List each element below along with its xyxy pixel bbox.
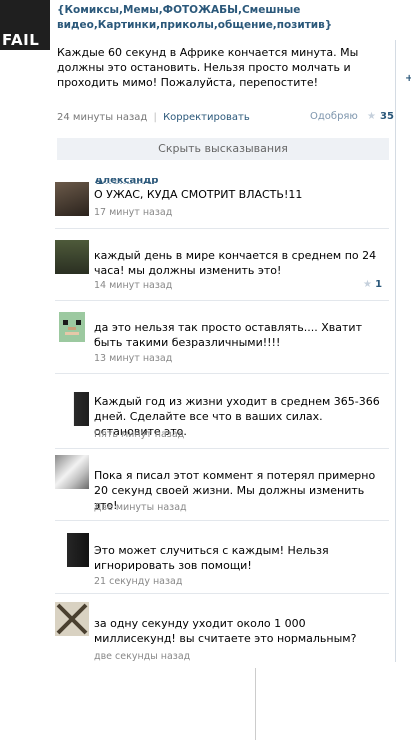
comment-divider	[55, 520, 389, 521]
comment-item: каждый день в мире кончается в среднем п…	[55, 236, 389, 298]
comment-text: О УЖАС, КУДА СМОТРИТ ВЛАСТЬ!11	[94, 188, 303, 201]
comment-text: Это может случиться с каждым! Нельзя игн…	[94, 544, 329, 572]
right-column-edge: +	[395, 40, 411, 740]
heart-icon: ★	[363, 279, 372, 290]
post-text: Каждые 60 секунд в Африке кончается мину…	[57, 46, 359, 89]
page-bottom	[0, 662, 411, 740]
comment-text: да это нельзя так просто оставлять.... Х…	[94, 321, 362, 349]
creeper-face-icon	[59, 312, 85, 342]
meta-separator: |	[153, 112, 157, 123]
comment-time[interactable]: две секунды назад	[94, 651, 190, 662]
comment-text: каждый день в мире кончается в среднем п…	[94, 249, 377, 277]
comment-avatar[interactable]	[55, 182, 89, 216]
edit-link[interactable]: Корректировать	[163, 112, 250, 123]
comment-divider	[55, 593, 389, 594]
hide-comments-label: Скрыть высказывания	[158, 142, 288, 155]
bottom-divider	[255, 668, 256, 740]
comment-time[interactable]: 13 минут назад	[94, 353, 172, 364]
comment-divider	[55, 448, 389, 449]
comment-text: за одну секунду уходит около 1 000 милли…	[94, 617, 357, 645]
comment-time[interactable]: 21 секунду назад	[94, 576, 182, 587]
comment-like-count: 1	[375, 279, 383, 290]
hide-comments-button[interactable]: Скрыть высказывания	[57, 138, 389, 160]
comment-avatar[interactable]	[55, 533, 89, 567]
comment-item: Каждый год из жизни уходит в среднем 365…	[55, 380, 389, 442]
crossed-photo-icon	[55, 602, 89, 636]
comment-divider	[55, 228, 389, 229]
comment-avatar[interactable]	[55, 455, 89, 489]
comment-time[interactable]: 17 минут назад	[94, 207, 172, 218]
comment-divider	[55, 300, 389, 301]
comment-avatar[interactable]	[55, 602, 89, 636]
like-count: 35	[380, 111, 394, 122]
group-avatar[interactable]: FAIL	[0, 0, 50, 50]
like-label: Одобряю	[310, 111, 358, 122]
comment-time[interactable]: Две минуты назад	[94, 502, 187, 513]
comment-item: Александр Филиппов О УЖАС, КУДА СМОТРИТ …	[55, 178, 389, 223]
avatar-caption: FAIL	[2, 31, 40, 49]
comment-item: да это нельзя так просто оставлять.... Х…	[55, 306, 389, 368]
comment-avatar[interactable]	[55, 310, 89, 344]
comment-avatar[interactable]	[55, 240, 89, 274]
comment-time[interactable]: Пять минут назад	[94, 429, 184, 440]
comment-item: Это может случиться с каждым! Нельзя игн…	[55, 527, 389, 589]
comment-author[interactable]: Александр Филиппов	[95, 178, 215, 184]
post-meta: 24 минуты назад | Корректировать	[57, 112, 250, 123]
group-name-link[interactable]: {Комиксы,Мемы,ФОТОЖАБЫ,Смешные видео,Кар…	[57, 3, 387, 33]
comment-time[interactable]: 14 минут назад	[94, 280, 172, 291]
comment-like-button[interactable]: ★ 1	[363, 279, 382, 290]
heart-icon: ★	[367, 111, 377, 122]
comment-item: Пока я писал этот коммент я потерял прим…	[55, 453, 389, 515]
comment-divider	[55, 373, 389, 374]
comment-avatar[interactable]	[55, 392, 89, 426]
comment-item: за одну секунду уходит около 1 000 милли…	[55, 600, 389, 662]
post-time[interactable]: 24 минуты назад	[57, 112, 147, 123]
add-icon[interactable]: +	[405, 73, 411, 84]
post-like-button[interactable]: Одобряю ★ 35	[310, 111, 394, 122]
